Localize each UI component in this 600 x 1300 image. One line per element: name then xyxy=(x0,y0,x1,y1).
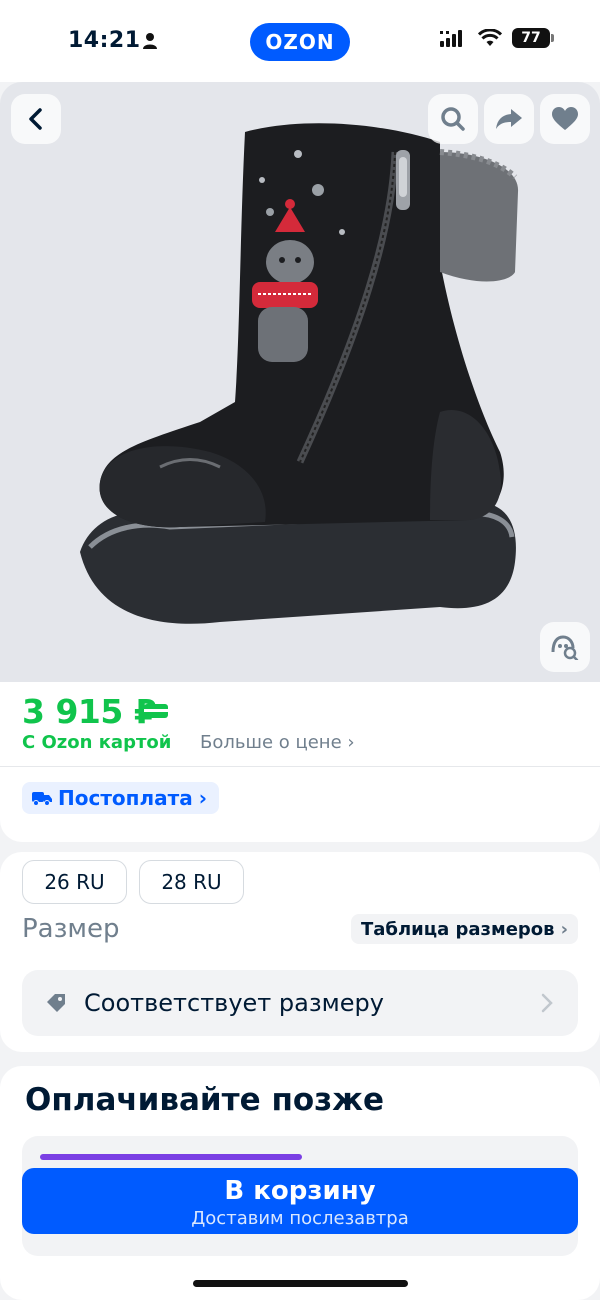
size-section: 26 RU 28 RU Размер Таблица размеров › Со… xyxy=(0,852,600,1052)
status-time: 14:21 xyxy=(68,28,141,53)
size-fit-row[interactable]: Соответствует размеру xyxy=(22,970,578,1036)
battery-icon: 77 xyxy=(512,28,554,48)
size-table-label: Таблица размеров xyxy=(360,918,555,940)
pay-later-progress xyxy=(40,1154,302,1160)
visual-search-icon xyxy=(551,635,579,660)
wifi-icon xyxy=(478,29,502,46)
more-about-price-link[interactable]: Больше о цене › xyxy=(200,732,355,753)
postpay-label: Постоплата xyxy=(58,786,193,810)
visual-search-button[interactable] xyxy=(540,622,590,672)
tag-icon xyxy=(47,994,65,1012)
cart-button-title: В корзину xyxy=(224,1176,376,1206)
chevron-right-icon xyxy=(541,993,553,1013)
product-image[interactable] xyxy=(0,82,600,682)
truck-icon xyxy=(32,792,52,806)
add-to-cart-button[interactable]: В корзину Доставим послезавтра xyxy=(22,1168,578,1234)
size-option-28[interactable]: 28 RU xyxy=(139,860,244,904)
product-gallery[interactable] xyxy=(0,82,600,682)
chevron-left-icon xyxy=(29,108,42,130)
status-icons: 77 xyxy=(440,28,554,48)
postpay-badge[interactable]: Постоплата › xyxy=(22,782,219,814)
ozon-card-label: С Ozon картой xyxy=(22,732,172,753)
favorite-button[interactable] xyxy=(540,94,590,144)
product-price: 3 915 ₽ xyxy=(22,692,157,731)
divider xyxy=(0,766,600,767)
status-bar: 14:21 OZON 77 xyxy=(0,0,600,82)
cart-button-subtitle: Доставим послезавтра xyxy=(191,1208,409,1229)
home-indicator[interactable] xyxy=(193,1280,408,1287)
size-label: Размер xyxy=(22,914,120,944)
size-table-link[interactable]: Таблица размеров › xyxy=(350,914,578,944)
chevron-right-icon: › xyxy=(560,918,568,940)
search-button[interactable] xyxy=(428,94,478,144)
heart-icon xyxy=(552,107,578,130)
person-icon xyxy=(143,33,157,49)
pay-later-title: Оплачивайте позже xyxy=(25,1082,385,1118)
size-fit-text: Соответствует размеру xyxy=(84,989,384,1017)
price-section: 3 915 ₽ С Ozon картой Больше о цене › По… xyxy=(0,682,600,842)
back-button[interactable] xyxy=(11,94,61,144)
ozon-card-icon xyxy=(144,704,168,718)
signal-icon xyxy=(440,30,462,47)
battery-level: 77 xyxy=(521,30,541,46)
share-button[interactable] xyxy=(484,94,534,144)
search-icon xyxy=(441,107,465,131)
size-option-26[interactable]: 26 RU xyxy=(22,860,127,904)
share-icon xyxy=(496,109,522,129)
ozon-logo: OZON xyxy=(250,23,350,61)
chevron-right-icon: › xyxy=(198,786,207,810)
